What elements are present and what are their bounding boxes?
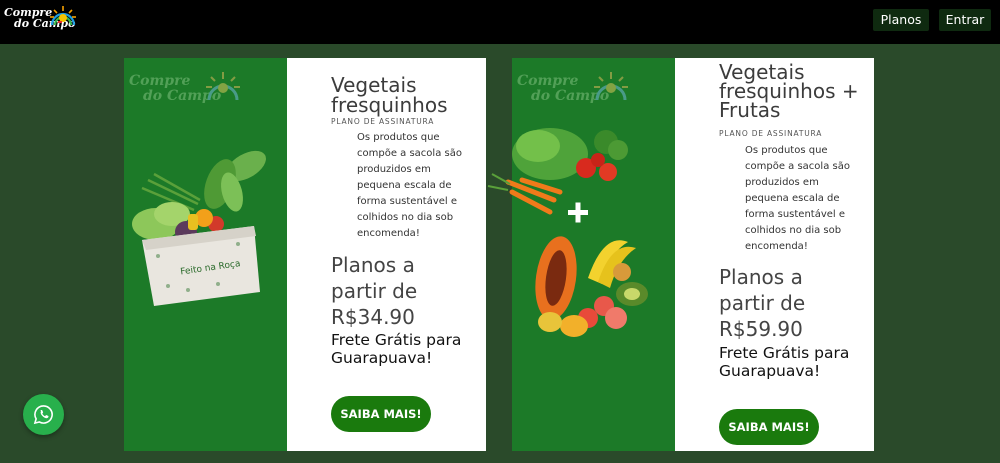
plan-info-panel: Vegetais fresquinhos + Frutas PLANO DE A… (675, 58, 874, 451)
plan-price: Planos a partir de R$34.90 (331, 253, 418, 329)
nav-planos-button[interactable]: Planos (873, 9, 929, 31)
whatsapp-icon (33, 405, 53, 425)
sun-rays-icon (50, 6, 76, 26)
plan-card-vegetais-frutas: Compre do Campo Vegetais fresquinhos + F… (487, 58, 874, 451)
saiba-mais-button[interactable]: SAIBA MAIS! (331, 396, 431, 432)
watermark-line-1: Compre (517, 73, 579, 89)
site-logo[interactable]: Compre do Campo (4, 5, 80, 39)
vegetable-bag-image: Feito na Roça (132, 150, 266, 306)
plan-description: Os produtos que compõe a sacola são prod… (745, 145, 850, 252)
whatsapp-button[interactable] (23, 394, 64, 435)
plan-free-shipping: Frete Grátis para Guarapuava! (719, 344, 850, 380)
top-navbar: Compre do Campo Planos Entrar (0, 0, 1000, 44)
sun-rays-icon (206, 72, 240, 101)
saiba-mais-button[interactable]: SAIBA MAIS! (719, 409, 819, 445)
plan-title: Vegetais fresquinhos + Frutas (719, 60, 859, 122)
logo-watermark: Compre do Campo (129, 70, 249, 114)
vegetables-and-fruits-image (487, 128, 648, 337)
plan-card-vegetais: Compre do Campo Feito na Roça Vegetais f… (124, 58, 486, 451)
watermark-line-1: Compre (129, 73, 191, 89)
logo-watermark: Compre do Campo (517, 70, 637, 114)
plan-subtitle: PLANO DE ASSINATURA (719, 129, 823, 138)
plan-description: Os produtos que compõe a sacola são prod… (357, 132, 462, 239)
plan-subtitle: PLANO DE ASSINATURA (331, 117, 435, 126)
plan-price: Planos a partir de R$59.90 (719, 265, 806, 341)
plan-free-shipping: Frete Grátis para Guarapuava! (331, 331, 462, 367)
plan-image-panel: Compre do Campo (487, 58, 675, 451)
plan-image-panel: Compre do Campo (124, 58, 287, 451)
sun-rays-icon (594, 72, 628, 101)
plan-title: Vegetais fresquinhos (331, 73, 448, 117)
plan-info-panel: Vegetais fresquinhos PLANO DE ASSINATURA… (287, 58, 486, 451)
nav-entrar-button[interactable]: Entrar (939, 9, 991, 31)
